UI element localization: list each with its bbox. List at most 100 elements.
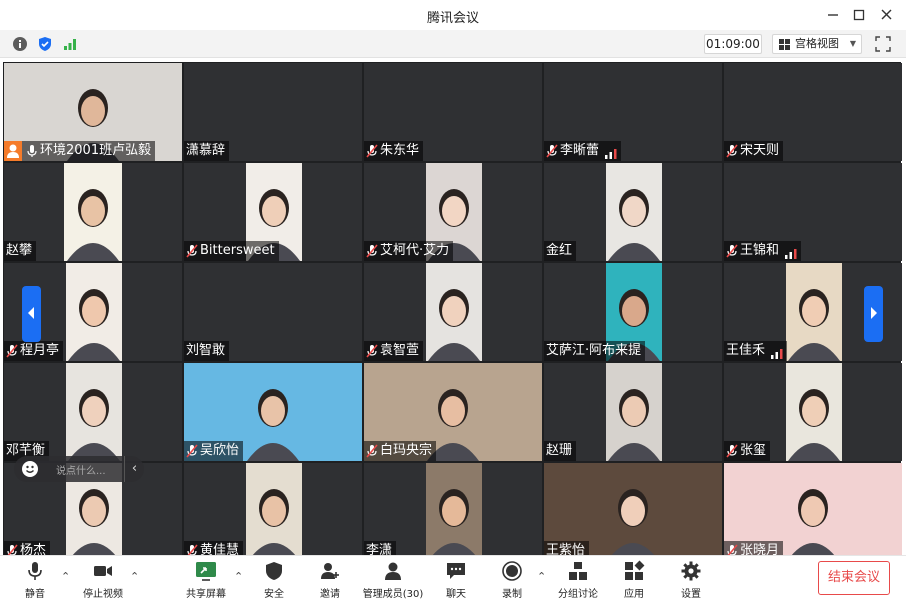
participant-tile[interactable]: Bittersweet <box>184 163 362 261</box>
person-silhouette <box>428 289 480 361</box>
participant-tile[interactable]: 白玛央宗 <box>364 363 542 461</box>
participant-tile[interactable]: 袁智萱 <box>364 263 542 361</box>
participant-nameplate: 潇慕辞 <box>184 141 230 161</box>
person-silhouette <box>608 389 660 461</box>
video-feed <box>426 263 482 361</box>
chevron-up-icon[interactable]: ⌃ <box>537 570 546 583</box>
participant-tile[interactable]: 李潇 <box>364 463 542 561</box>
chevron-right-icon <box>871 307 877 319</box>
next-page-button[interactable] <box>864 286 883 342</box>
participant-name: 艾柯代·艾力 <box>380 243 450 258</box>
add-user-icon <box>321 563 339 579</box>
participant-name: 白玛央宗 <box>380 443 433 458</box>
bottom-toolbar: 静音 ⌃ 停止视频 ⌃ 共享屏幕 ⌃ 安全 邀请 管理成员(30) 聊天 录制 … <box>0 555 906 605</box>
participant-tile[interactable]: 潇慕辞 <box>184 63 362 161</box>
participant-tile[interactable]: 吴欣怡 <box>184 363 362 461</box>
breakout-icon <box>569 562 587 580</box>
participant-tile[interactable]: 张晓月 <box>724 463 902 561</box>
participant-tile[interactable]: 王锦和 <box>724 163 902 261</box>
chevron-left-icon <box>28 307 34 319</box>
participant-name: 刘智敢 <box>186 343 226 358</box>
close-button[interactable] <box>876 5 898 25</box>
signal-icon <box>771 346 783 359</box>
signal-icon <box>785 246 797 259</box>
apps-button[interactable]: 应用 <box>622 560 646 602</box>
chevron-up-icon[interactable]: ⌃ <box>234 570 243 583</box>
participant-nameplate: 宋天则 <box>724 141 784 161</box>
mic-muted-icon <box>726 144 738 158</box>
chevron-up-icon[interactable]: ⌃ <box>61 570 70 583</box>
stop-video-button[interactable]: 停止视频 <box>80 560 126 602</box>
participant-tile[interactable]: 赵攀 <box>4 163 182 261</box>
person-silhouette <box>788 289 840 361</box>
participant-tile[interactable]: 黄佳慧 <box>184 463 362 561</box>
participant-nameplate: 袁智萱 <box>364 341 424 361</box>
participant-tile[interactable]: 邓芊衡 <box>4 363 182 461</box>
participant-name: 李晰蕾 <box>560 143 600 158</box>
security-label: 安全 <box>264 589 284 600</box>
participant-tile[interactable]: 赵珊 <box>544 363 722 461</box>
participant-tile[interactable]: 李晰蕾 <box>544 63 722 161</box>
end-meeting-button[interactable]: 结束会议 <box>818 561 890 595</box>
mute-button[interactable]: 静音 <box>20 560 50 602</box>
participant-nameplate: 王佳禾 <box>724 341 788 361</box>
person-silhouette <box>428 489 480 561</box>
breakout-rooms-button[interactable]: 分组讨论 <box>556 560 600 602</box>
fullscreen-icon[interactable] <box>875 36 891 52</box>
participant-name: 王佳禾 <box>726 343 766 358</box>
participant-nameplate: 王锦和 <box>724 241 802 261</box>
participant-name: 朱东华 <box>380 143 420 158</box>
prev-page-button[interactable] <box>22 286 41 342</box>
participant-tile[interactable]: 金红 <box>544 163 722 261</box>
participant-name: 程月亭 <box>20 343 60 358</box>
gear-icon <box>681 561 701 581</box>
record-icon <box>502 561 522 581</box>
participant-tile[interactable]: 刘智敢 <box>184 263 362 361</box>
settings-button[interactable]: 设置 <box>679 560 703 602</box>
record-button[interactable]: 录制 <box>500 560 524 602</box>
participant-tile[interactable]: 艾柯代·艾力 <box>364 163 542 261</box>
chevron-left-icon[interactable]: ‹ <box>124 456 144 482</box>
manage-members-button[interactable]: 管理成员(30) <box>362 560 424 602</box>
participant-tile[interactable]: 环境2001班卢弘毅 <box>4 63 182 161</box>
view-mode-label: 宫格视图 <box>795 37 839 50</box>
participant-tile[interactable]: 张玺 <box>724 363 902 461</box>
invite-label: 邀请 <box>320 589 340 600</box>
minimize-icon <box>828 14 838 16</box>
participant-tile[interactable]: 王紫怡 <box>544 463 722 561</box>
share-screen-button[interactable]: 共享屏幕 <box>184 560 228 602</box>
close-icon <box>881 9 892 20</box>
signal-icon[interactable] <box>62 36 78 52</box>
camera-icon <box>94 566 112 576</box>
emoji-icon[interactable] <box>22 461 38 477</box>
minimize-button[interactable] <box>822 5 844 25</box>
chevron-up-icon[interactable]: ⌃ <box>130 570 139 583</box>
quick-chat-bar[interactable]: 说点什么... ‹ <box>14 456 144 482</box>
security-button[interactable]: 安全 <box>260 560 288 602</box>
invite-button[interactable]: 邀请 <box>316 560 344 602</box>
participant-name: 张玺 <box>740 443 767 458</box>
person-silhouette <box>788 389 840 461</box>
maximize-button[interactable] <box>848 5 870 25</box>
participant-tile[interactable]: 宋天则 <box>724 63 902 161</box>
participant-nameplate: 李晰蕾 <box>544 141 622 161</box>
info-icon[interactable] <box>12 36 28 52</box>
participant-name: 金红 <box>546 243 573 258</box>
grid-view-icon <box>779 39 790 50</box>
video-feed <box>426 463 482 561</box>
shield-icon[interactable] <box>37 36 53 52</box>
participant-nameplate: 程月亭 <box>4 341 64 361</box>
mic-muted-icon <box>366 444 378 458</box>
participant-tile[interactable]: 朱东华 <box>364 63 542 161</box>
view-mode-dropdown[interactable]: 宫格视图 ▼ <box>772 34 862 54</box>
chat-button[interactable]: 聊天 <box>444 560 468 602</box>
participant-nameplate: 朱东华 <box>364 141 424 161</box>
participant-name: 环境2001班卢弘毅 <box>40 143 152 158</box>
chat-input-placeholder[interactable]: 说点什么... <box>56 462 106 477</box>
participant-tile[interactable]: 艾萨江·阿布来提 <box>544 263 722 361</box>
meeting-timer: 01:09:00 <box>704 34 762 54</box>
mic-muted-icon <box>366 144 378 158</box>
signal-icon <box>605 146 617 159</box>
mic-muted-icon <box>6 344 18 358</box>
manage-members-label: 管理成员(30) <box>362 589 424 600</box>
